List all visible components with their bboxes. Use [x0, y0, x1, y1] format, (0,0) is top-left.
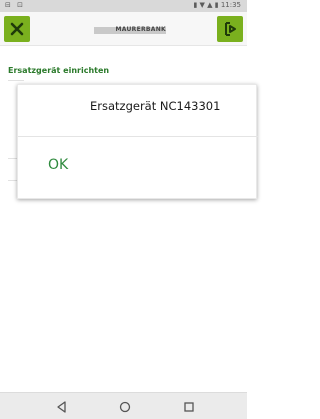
close-icon [10, 22, 24, 36]
back-triangle-icon [57, 401, 66, 413]
status-icons-and-time: ▮ ▼ ▲ ▮ 11:35 [193, 1, 241, 9]
nav-back-button[interactable] [55, 399, 69, 413]
nav-home-button[interactable] [118, 399, 132, 413]
background-divider [8, 80, 24, 81]
nav-recents-button[interactable] [182, 399, 196, 413]
notification-icons: ⊟ ⊡ [5, 1, 25, 9]
bank-logo: MAURERBANK [94, 26, 166, 35]
logout-icon [225, 22, 236, 36]
logo-text: MAURERBANK [115, 26, 166, 33]
section-title: Ersatzgerät einrichten [8, 66, 110, 75]
ok-button[interactable]: OK [48, 151, 112, 179]
close-button[interactable] [4, 16, 30, 42]
dialog-message: Ersatzgerät NC143301 [90, 99, 221, 113]
home-circle-icon [119, 401, 131, 413]
android-nav-bar [0, 392, 247, 419]
logout-button[interactable] [217, 16, 243, 42]
dialog-divider [18, 136, 258, 137]
app-bar: MAURERBANK [0, 12, 247, 46]
recents-square-icon [184, 402, 194, 412]
status-bar: ⊟ ⊡ ▮ ▼ ▲ ▮ 11:35 [0, 0, 247, 12]
replacement-device-dialog: Ersatzgerät NC143301 OK [17, 84, 258, 199]
